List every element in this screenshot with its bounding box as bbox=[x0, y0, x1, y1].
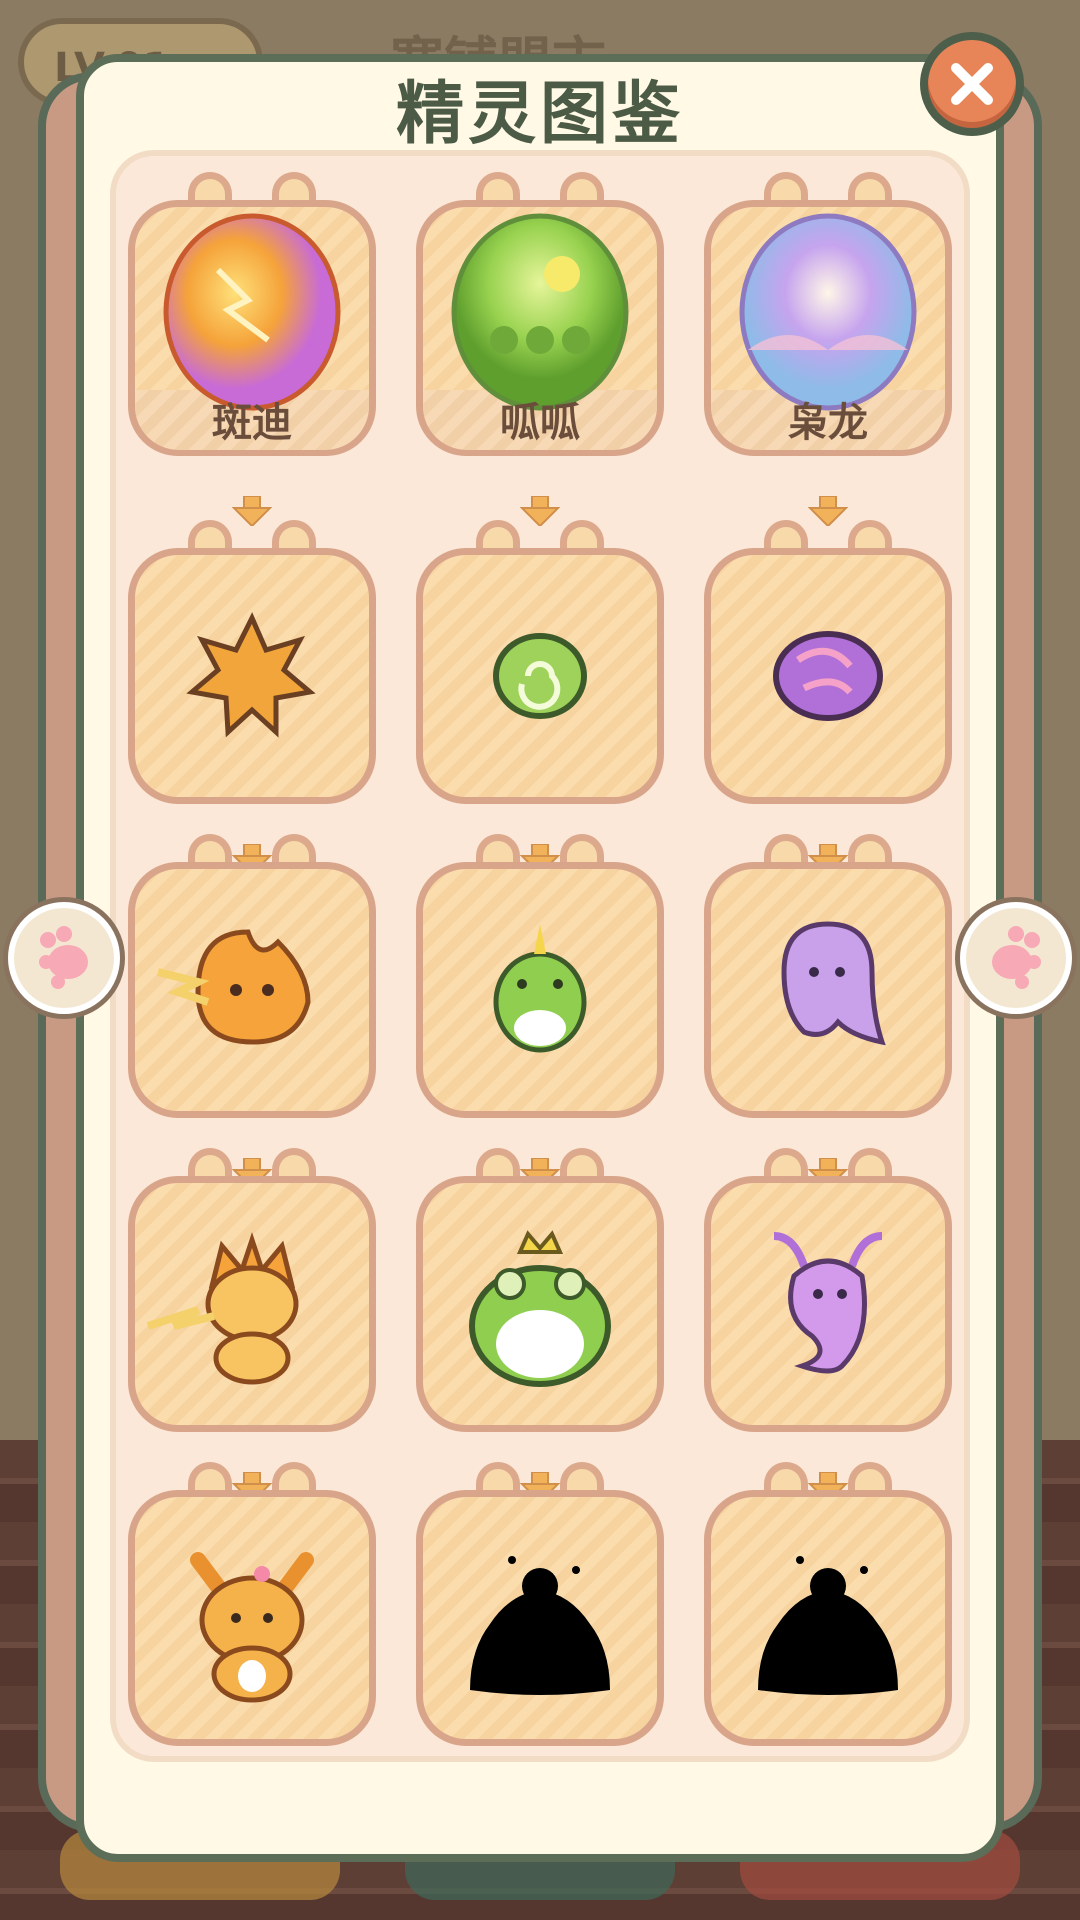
prev-page-button[interactable] bbox=[8, 902, 120, 1014]
creature-card[interactable] bbox=[704, 520, 952, 806]
creature-card[interactable] bbox=[704, 1148, 952, 1434]
locked-creature-card[interactable] bbox=[416, 1462, 664, 1748]
egg-name: 枭龙 bbox=[788, 400, 868, 446]
crowned-frog-icon bbox=[469, 1230, 611, 1387]
locked-silhouette-icon bbox=[758, 1556, 898, 1695]
locked-silhouette-icon bbox=[470, 1556, 610, 1695]
paw-next-icon bbox=[992, 926, 1041, 989]
creature-card[interactable] bbox=[416, 834, 664, 1120]
creature-card[interactable] bbox=[416, 520, 664, 806]
close-icon bbox=[951, 63, 993, 105]
panel-title: 精灵图鉴 bbox=[395, 75, 684, 154]
creature-card[interactable] bbox=[128, 834, 376, 1120]
creature-card[interactable] bbox=[416, 1148, 664, 1434]
creature-card[interactable] bbox=[128, 1148, 376, 1434]
egg-card[interactable]: 呱呱 bbox=[416, 172, 664, 458]
flame-spirit-icon bbox=[157, 929, 311, 1045]
fox-spirit-icon bbox=[190, 1552, 314, 1703]
creature-card[interactable] bbox=[128, 1462, 376, 1748]
tadpole-icon bbox=[493, 924, 587, 1053]
egg-card[interactable]: 斑迪 bbox=[128, 172, 376, 458]
egg-name: 呱呱 bbox=[500, 400, 580, 446]
close-button[interactable] bbox=[920, 32, 1024, 136]
next-page-button[interactable] bbox=[960, 902, 1072, 1014]
purple-orb-icon bbox=[773, 631, 883, 721]
ghost-spirit-icon bbox=[781, 921, 886, 1046]
fire-cat-icon bbox=[146, 1232, 299, 1385]
paw-prev-icon bbox=[39, 926, 88, 989]
egg-name: 斑迪 bbox=[212, 400, 292, 446]
antlered-dragon-icon bbox=[773, 1232, 883, 1374]
spiky-star-icon bbox=[186, 612, 316, 738]
green-swirl-seed-icon bbox=[493, 633, 587, 719]
creature-card[interactable] bbox=[128, 520, 376, 806]
locked-creature-card[interactable] bbox=[704, 1462, 952, 1748]
egg-card[interactable]: 枭龙 bbox=[704, 172, 952, 458]
creature-card[interactable] bbox=[704, 834, 952, 1120]
